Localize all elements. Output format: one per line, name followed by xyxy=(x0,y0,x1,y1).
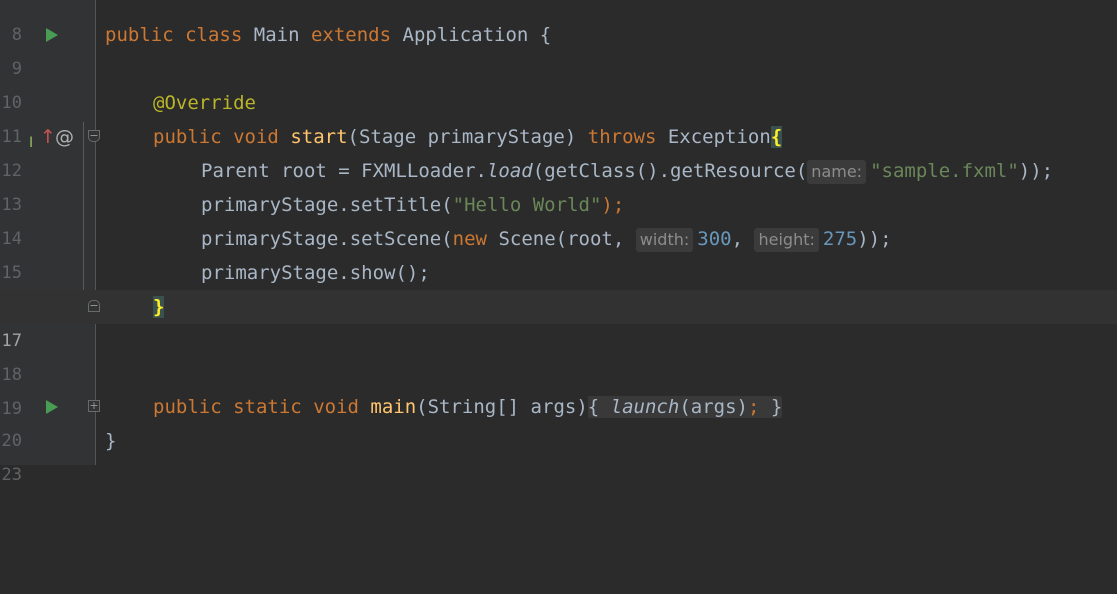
code-editor[interactable]: 8 9 public class Main extends Applicatio… xyxy=(0,0,1117,485)
code-text: (Stage primaryStage) xyxy=(347,126,577,148)
code-line-14[interactable]: 14 primaryStage.setTitle("Hello World"); xyxy=(0,188,1117,249)
code-text: (String[] args) xyxy=(416,396,588,418)
annotation: @Override xyxy=(153,92,256,114)
code-line-9[interactable]: 9 public class Main extends Application … xyxy=(0,18,1117,79)
code-text: (getClass().getResource( xyxy=(532,160,808,182)
code-text: Application { xyxy=(402,24,552,46)
keyword: public xyxy=(153,126,222,148)
static-method: launch xyxy=(610,396,680,418)
number-literal: 300 xyxy=(697,228,732,250)
fold-collapse-icon[interactable]: − xyxy=(88,130,100,142)
code-line-20[interactable]: 20 + public static void main(String[] ar… xyxy=(0,390,1117,451)
code-line-11[interactable]: 11 @Override xyxy=(0,86,1117,147)
matched-brace: { xyxy=(770,126,783,148)
keyword: void xyxy=(233,126,279,148)
keyword: class xyxy=(185,24,243,46)
code-line-8[interactable]: 8 xyxy=(0,0,1117,45)
parameter-hint: height: xyxy=(754,228,819,252)
override-arrow-icon[interactable]: ↑ xyxy=(40,120,56,154)
code-line-13[interactable]: 13 Parent root = FXMLLoader.load(getClas… xyxy=(0,154,1117,215)
code-text: Parent root = FXMLLoader. xyxy=(201,160,487,182)
code-text: { xyxy=(587,396,600,418)
fold-end-icon[interactable]: − xyxy=(88,300,100,312)
keyword: throws xyxy=(587,126,657,148)
class-name: Main xyxy=(253,24,300,46)
code-text: primaryStage.setScene( xyxy=(201,228,453,250)
run-icon[interactable] xyxy=(46,400,58,414)
static-method: load xyxy=(486,160,533,182)
code-line-10[interactable]: 10 xyxy=(0,52,1117,113)
parameter-hint: name: xyxy=(807,160,867,184)
code-text: Exception xyxy=(667,126,771,148)
code-line-12[interactable]: 12 I ↑ @ − public void start(Stage prima… xyxy=(0,120,1117,181)
keyword: public xyxy=(105,24,174,46)
code-text: )); xyxy=(1018,160,1054,182)
code-text: )); xyxy=(857,228,892,250)
code-line-17[interactable]: 17 − } xyxy=(0,290,1117,351)
code-line-16[interactable]: 16 primaryStage.show(); xyxy=(0,256,1117,317)
method-name: start xyxy=(290,126,348,148)
keyword: new xyxy=(452,228,487,250)
line-number: 23 xyxy=(1,465,22,485)
keyword: void xyxy=(313,396,359,418)
matched-brace: } xyxy=(153,296,165,318)
keyword: public xyxy=(153,396,222,418)
code-line-18[interactable]: 18 xyxy=(0,324,1117,385)
code-text: ); xyxy=(601,194,625,216)
code-line-23[interactable]: 23 } xyxy=(0,424,1117,485)
keyword: extends xyxy=(310,24,392,46)
string-literal: "Hello World" xyxy=(452,194,602,216)
annotation-icon[interactable]: @ xyxy=(55,120,74,154)
fold-expand-icon[interactable]: + xyxy=(88,400,100,412)
code-text: } xyxy=(770,396,783,418)
code-text: ; xyxy=(747,396,760,418)
number-literal: 275 xyxy=(822,228,858,250)
run-icon[interactable] xyxy=(46,28,58,42)
code-text: primaryStage.show(); xyxy=(201,262,430,284)
parameter-hint: width: xyxy=(635,228,694,252)
method-name: main xyxy=(370,396,417,418)
code-text: , xyxy=(731,228,744,250)
folded-code-region[interactable]: { launch(args); } xyxy=(587,396,783,418)
code-text: Scene(root, xyxy=(498,228,625,250)
code-text: (args) xyxy=(679,396,748,418)
code-line-19[interactable]: 19 xyxy=(0,358,1117,419)
string-literal: "sample.fxml" xyxy=(870,160,1019,182)
code-text: primaryStage.setTitle( xyxy=(201,194,453,216)
code-line-15[interactable]: 15 primaryStage.setScene(new Scene(root,… xyxy=(0,222,1117,283)
code-text: } xyxy=(105,430,117,452)
keyword: static xyxy=(233,396,302,418)
